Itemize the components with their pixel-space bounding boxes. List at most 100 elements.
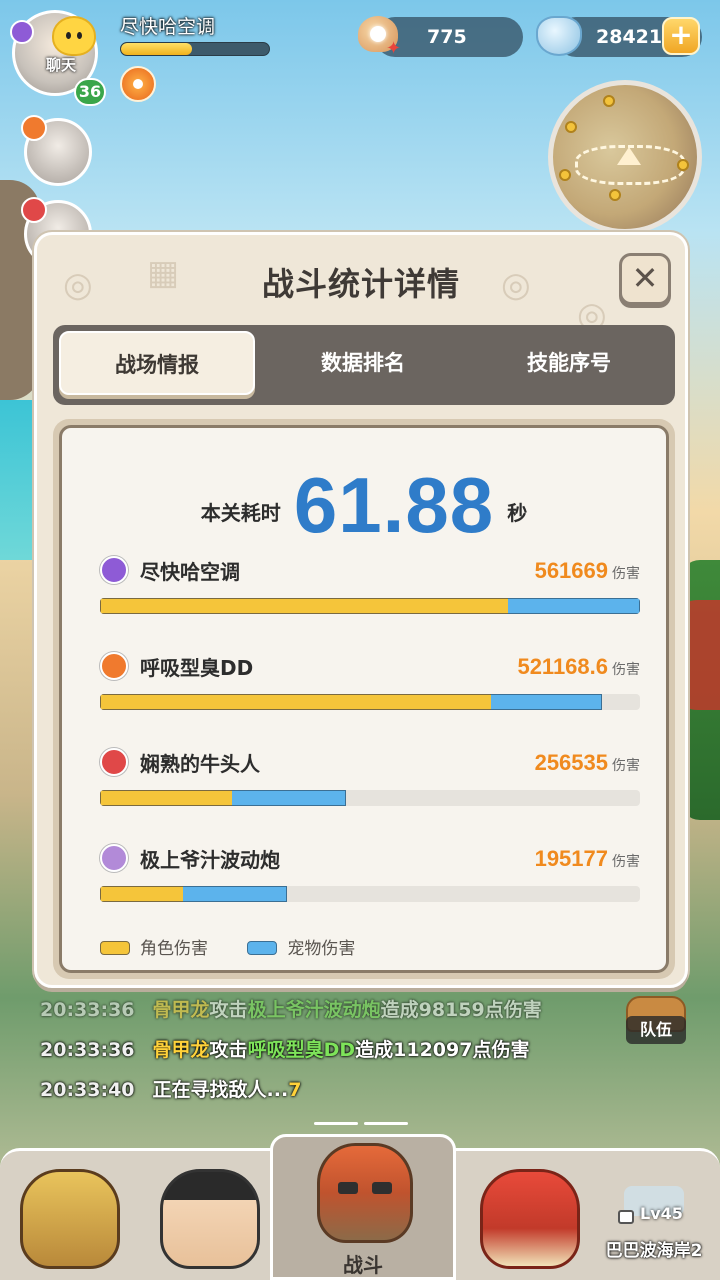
log-amount: 98159 — [418, 999, 485, 1021]
battle-label: 战斗 — [343, 1253, 383, 1277]
close-icon: ✕ — [631, 259, 659, 297]
tab-battlefield-info[interactable]: 战场情报 — [59, 331, 255, 395]
character-portrait — [20, 1169, 120, 1269]
diamond-shell-icon — [536, 16, 582, 56]
chat-face-icon — [52, 16, 96, 56]
role-damage-fill — [100, 598, 508, 614]
damage-value: 561669 — [534, 558, 608, 583]
log-mid: 造成 — [380, 999, 419, 1021]
player-arrow-icon — [617, 147, 641, 165]
damage-unit: 伤害 — [612, 854, 640, 870]
pet-damage-swatch — [247, 941, 278, 955]
elapsed-time-label: 本关耗时 — [200, 501, 281, 525]
damage-total: 195177 伤害 — [535, 846, 640, 872]
nav-character-2[interactable] — [150, 1169, 270, 1279]
tab-data-ranking[interactable]: 数据排名 — [265, 331, 461, 395]
class-icon — [100, 844, 128, 872]
battle-log: 20:33:36 骨甲龙攻击极上爷汁波动炮造成98159点伤害 20:33:36 骨… — [40, 990, 600, 1110]
battle-info-content: 本关耗时 61.88 秒 尽快哈空调 561669 伤害 呼吸型臭DD 52116… — [53, 419, 675, 979]
damage-unit: 伤害 — [612, 662, 640, 678]
character-portrait — [160, 1169, 260, 1269]
damage-total: 561669 伤害 — [535, 558, 640, 584]
log-mid: 造成 — [355, 1039, 394, 1061]
dialog-title: 战斗统计详情 — [261, 265, 460, 303]
damage-bar — [100, 598, 640, 614]
coin-icon — [565, 121, 577, 133]
elapsed-time-value: 61.88 — [293, 461, 495, 549]
damage-unit: 伤害 — [612, 566, 640, 582]
damage-legend: 角色伤害 宠物伤害 — [100, 934, 355, 959]
class-icon — [21, 197, 47, 223]
log-text: 正在寻找敌人... — [152, 1079, 289, 1101]
stage-level: Lv45 — [640, 1204, 683, 1223]
battle-info-card: 本关耗时 61.88 秒 尽快哈空调 561669 伤害 呼吸型臭DD 52116… — [59, 425, 669, 973]
log-entry: 20:33:40 正在寻找敌人...7 — [40, 1070, 600, 1110]
level-badge: 36 — [74, 78, 106, 106]
log-entry: 20:33:36 骨甲龙攻击极上爷汁波动炮造成98159点伤害 — [40, 990, 600, 1030]
tab-bar: 战场情报 数据排名 技能序号 — [53, 325, 675, 405]
battle-stats-dialog: ◎ ▦ ◎ ◎ 战斗统计详情 ✕ 战场情报 数据排名 技能序号 本关耗时 61.… — [34, 232, 688, 988]
player-damage-row: 极上爷汁波动炮 195177 伤害 — [100, 842, 640, 922]
stage-selector[interactable]: Lv45 巴巴波海岸2 — [596, 1186, 712, 1266]
player-name: 尽快哈空调 — [140, 560, 240, 584]
log-time: 20:33:36 — [40, 1039, 135, 1061]
log-suffix: 点伤害 — [472, 1039, 530, 1061]
pearl-icon: ✦ — [356, 12, 404, 59]
chat-button[interactable]: 聊天 — [28, 16, 102, 86]
pet-damage-fill — [232, 790, 346, 806]
damage-total: 521168.6 伤害 — [517, 654, 640, 680]
damage-value: 521168.6 — [517, 654, 608, 679]
class-icon — [21, 115, 47, 141]
nav-battle[interactable]: 战斗 — [270, 1134, 456, 1280]
log-time: 20:33:40 — [40, 1079, 135, 1101]
team-label: 队伍 — [626, 1016, 686, 1044]
damage-bar — [100, 790, 640, 806]
teammate-avatar[interactable] — [21, 115, 92, 186]
player-name: 尽快哈空调 — [120, 16, 216, 38]
pet-damage-fill — [507, 598, 640, 614]
role-damage-swatch — [100, 941, 130, 955]
class-icon — [100, 556, 128, 584]
buff-icon[interactable] — [120, 66, 156, 102]
log-time: 20:33:36 — [40, 999, 135, 1021]
damage-bar — [100, 886, 640, 902]
team-button[interactable]: 队伍 — [620, 996, 692, 1052]
player-damage-row: 娴熟的牛头人 256535 伤害 — [100, 746, 640, 826]
role-damage-fill — [100, 790, 233, 806]
close-button[interactable]: ✕ — [619, 253, 671, 305]
coin-icon — [609, 189, 621, 201]
log-target: 呼吸型臭DD — [247, 1039, 356, 1061]
coin-icon — [603, 95, 615, 107]
log-attacker: 骨甲龙 — [152, 1039, 210, 1061]
player-damage-row: 尽快哈空调 561669 伤害 — [100, 554, 640, 634]
pet-damage-legend-label: 宠物伤害 — [287, 939, 356, 959]
player-damage-row: 呼吸型臭DD 521168.6 伤害 — [100, 650, 640, 730]
role-damage-legend-label: 角色伤害 — [140, 939, 208, 959]
tab-skill-order[interactable]: 技能序号 — [471, 331, 667, 395]
add-currency-button[interactable]: + — [662, 17, 700, 55]
log-suffix: 点伤害 — [484, 999, 542, 1021]
pet-damage-fill — [182, 886, 288, 902]
battle-mask-icon — [317, 1143, 413, 1243]
player-name: 极上爷汁波动炮 — [140, 848, 280, 872]
page-indicator — [364, 1122, 408, 1125]
exp-bar — [120, 42, 270, 56]
damage-value: 256535 — [534, 750, 608, 775]
coin-icon — [559, 169, 571, 181]
elapsed-time: 本关耗时 61.88 秒 — [62, 460, 666, 551]
nav-pet[interactable] — [470, 1169, 590, 1279]
class-icon — [100, 748, 128, 776]
player-name: 娴熟的牛头人 — [140, 752, 260, 776]
nav-character-1[interactable] — [10, 1169, 130, 1279]
log-attacker: 骨甲龙 — [152, 999, 210, 1021]
player-name: 呼吸型臭DD — [140, 656, 254, 680]
diamond-amount: 28421 — [596, 26, 663, 48]
log-target: 极上爷汁波动炮 — [247, 999, 381, 1021]
page-indicator — [314, 1122, 358, 1125]
log-count: 7 — [288, 1079, 302, 1101]
log-verb: 攻击 — [209, 999, 248, 1021]
minimap[interactable] — [548, 80, 702, 234]
damage-total: 256535 伤害 — [535, 750, 640, 776]
pearl-amount: 775 — [427, 26, 467, 48]
role-damage-fill — [100, 694, 491, 710]
